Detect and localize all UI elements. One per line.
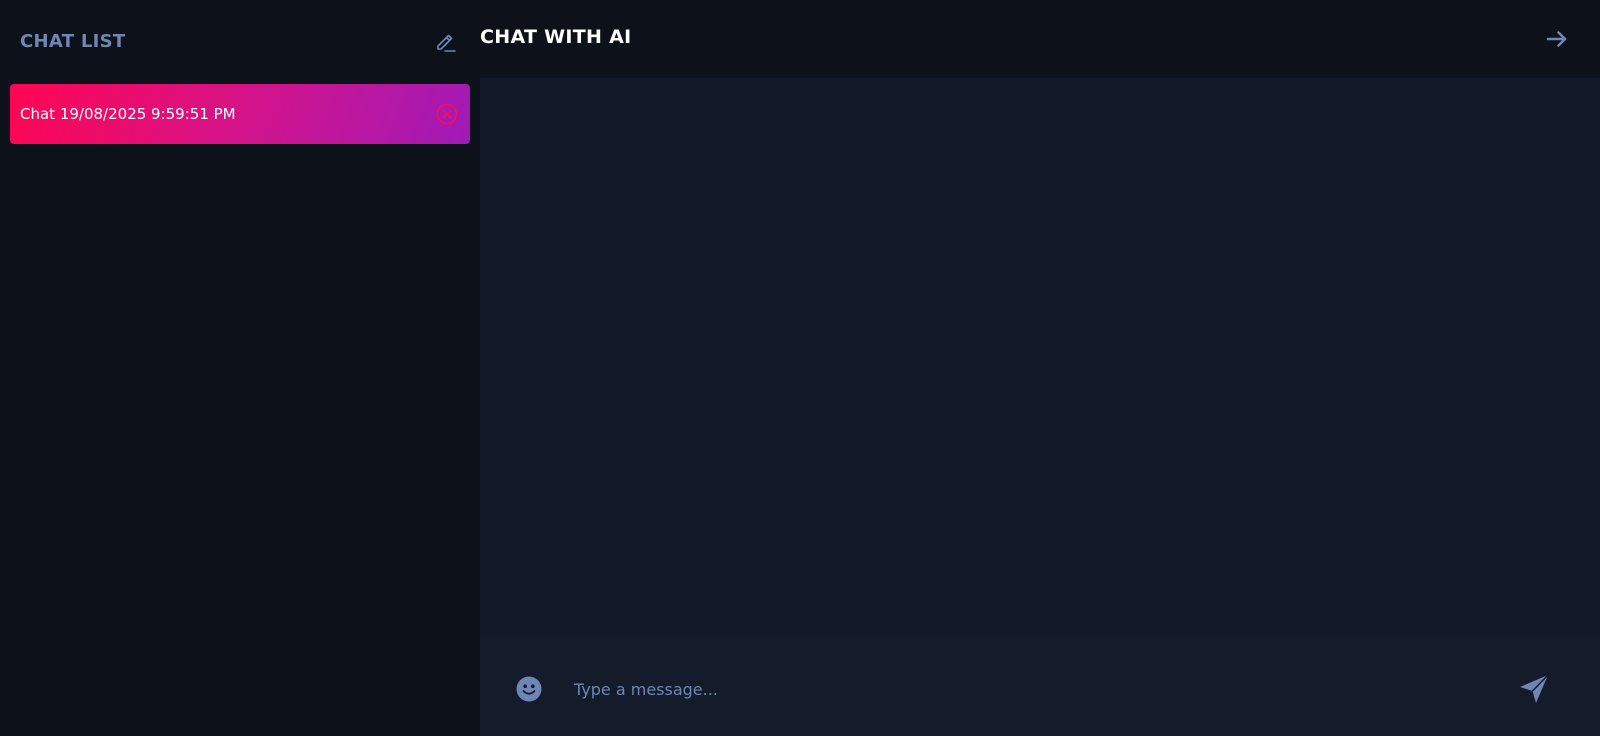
delete-chat-button[interactable]: [436, 103, 458, 125]
chat-header: CHAT WITH AI: [480, 0, 1600, 78]
smiley-icon: [516, 676, 542, 702]
send-icon: [1520, 674, 1549, 703]
new-chat-button[interactable]: [432, 29, 460, 57]
chat-item-label: Chat 19/08/2025 9:59:51 PM: [20, 105, 236, 123]
chat-list: Chat 19/08/2025 9:59:51 PM: [10, 84, 470, 144]
sidebar-title: CHAT LIST: [20, 31, 126, 52]
chat-list-item[interactable]: Chat 19/08/2025 9:59:51 PM: [10, 84, 470, 144]
page-title: CHAT WITH AI: [480, 26, 632, 48]
message-composer: [480, 638, 1600, 736]
send-button[interactable]: [1518, 673, 1550, 705]
message-area[interactable]: [480, 78, 1600, 638]
collapse-button[interactable]: [1544, 26, 1570, 52]
close-circle-icon: [436, 103, 458, 125]
arrow-right-icon: [1546, 31, 1567, 47]
emoji-button[interactable]: [516, 676, 542, 702]
app: CHAT LIST Chat 19/08/2025 9:59:51 PM CHA…: [0, 0, 1600, 736]
sidebar-header: CHAT LIST: [20, 29, 460, 57]
pencil-icon: [437, 34, 456, 52]
chat-panel: CHAT WITH AI: [480, 0, 1600, 736]
sidebar: CHAT LIST Chat 19/08/2025 9:59:51 PM: [0, 0, 480, 736]
message-input[interactable]: [572, 668, 1456, 710]
